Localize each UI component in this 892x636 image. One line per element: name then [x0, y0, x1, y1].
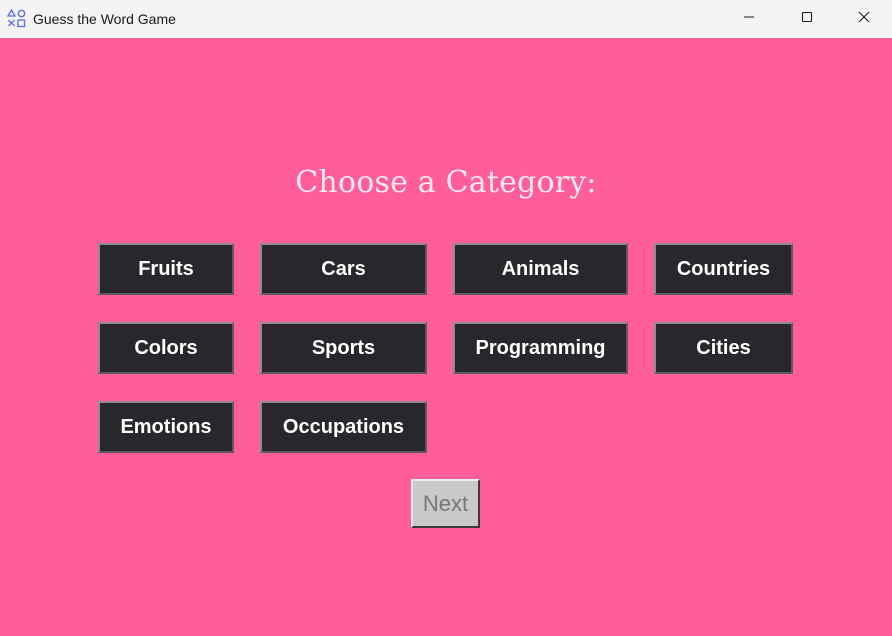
category-button-programming[interactable]: Programming [453, 322, 628, 374]
minimize-icon [743, 10, 755, 28]
minimize-button[interactable] [720, 0, 778, 38]
category-button-sports[interactable]: Sports [260, 322, 427, 374]
maximize-button[interactable] [778, 0, 836, 38]
category-button-occupations[interactable]: Occupations [260, 401, 427, 453]
category-button-colors[interactable]: Colors [98, 322, 234, 374]
close-icon [858, 10, 870, 28]
window-title: Guess the Word Game [33, 11, 176, 27]
category-button-emotions[interactable]: Emotions [98, 401, 234, 453]
category-button-cars[interactable]: Cars [260, 243, 427, 295]
category-button-animals[interactable]: Animals [453, 243, 628, 295]
shapes-icon [6, 8, 26, 28]
title-bar[interactable]: Guess the Word Game [0, 0, 892, 38]
maximize-icon [801, 10, 813, 28]
app-window: Guess the Word Game Choose a Category: F… [0, 0, 892, 636]
category-button-countries[interactable]: Countries [654, 243, 793, 295]
category-button-fruits[interactable]: Fruits [98, 243, 234, 295]
category-button-cities[interactable]: Cities [654, 322, 793, 374]
choose-category-heading: Choose a Category: [295, 165, 597, 200]
next-button[interactable]: Next [411, 479, 480, 528]
close-button[interactable] [836, 0, 892, 38]
